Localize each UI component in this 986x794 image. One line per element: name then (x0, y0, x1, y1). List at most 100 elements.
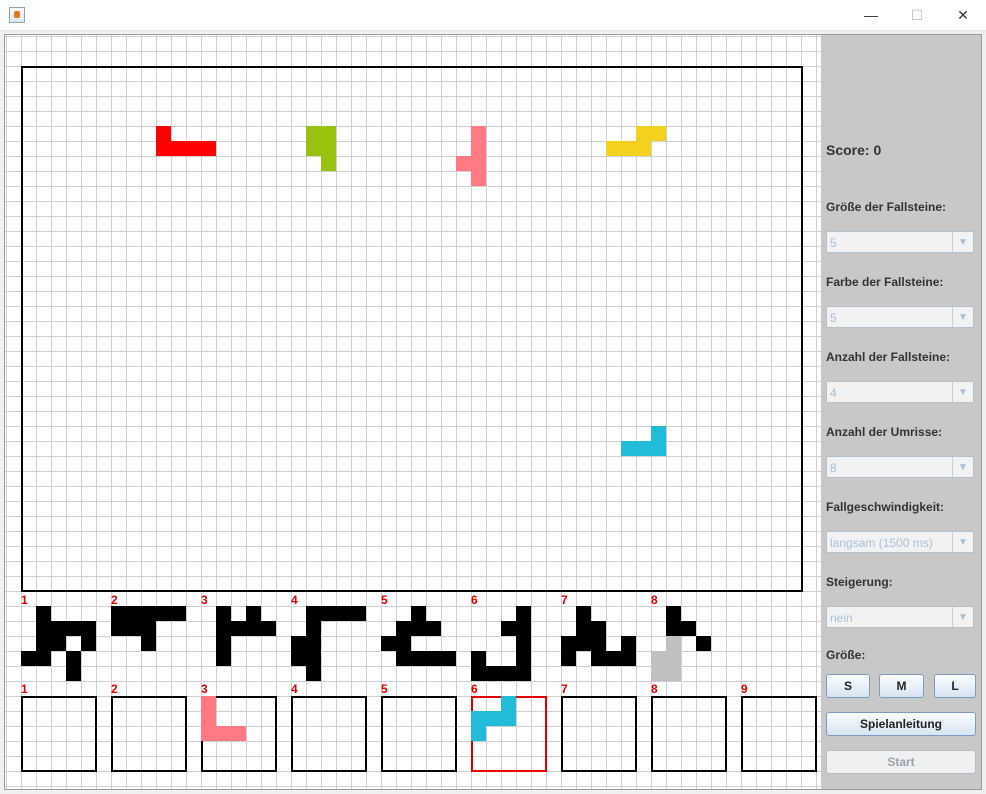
outline-6-block (486, 666, 501, 681)
speed-label: Fallgeschwindigkeit: (826, 500, 945, 514)
outline-6-block (516, 651, 531, 666)
increase-select[interactable]: nein ▼ (826, 606, 974, 628)
game-board (21, 66, 803, 592)
fallsteine-count-label: Anzahl der Fallsteine: (826, 350, 951, 364)
outline-number: 7 (561, 593, 568, 607)
slot-number: 2 (111, 682, 118, 696)
outline-5-block (396, 621, 411, 636)
outline-5-block (426, 621, 441, 636)
select-value: nein (830, 611, 853, 625)
outline-number: 5 (381, 593, 388, 607)
target-slot-1[interactable] (21, 696, 97, 772)
outline-7-block (606, 651, 621, 666)
outline-7-block (621, 636, 636, 651)
select-value: 8 (830, 461, 837, 475)
outline-8-block (666, 621, 681, 636)
falling-cyan-block (636, 441, 651, 456)
falling-cyan-block (651, 441, 666, 456)
target-slot-7[interactable] (561, 696, 637, 772)
target-slot-8[interactable] (651, 696, 727, 772)
size-l-button[interactable]: L (934, 674, 976, 698)
falling-red-block (186, 141, 201, 156)
falling-pink-block (471, 126, 486, 141)
falling-red-block (156, 141, 171, 156)
settings-panel: Score: 0 Größe der Fallsteine: 5 ▼ Farbe… (821, 35, 981, 789)
falling-cyan-block (621, 441, 636, 456)
chevron-down-icon[interactable]: ▼ (952, 382, 973, 402)
falling-cyan-block (651, 426, 666, 441)
chevron-down-icon[interactable]: ▼ (952, 457, 973, 477)
select-value: 5 (830, 311, 837, 325)
falling-green-block (306, 141, 321, 156)
outline-4-block (336, 606, 351, 621)
outline-8-filled-block (651, 651, 666, 666)
falling-green-block (321, 126, 336, 141)
outline-7-block (591, 621, 606, 636)
falling-yellow-block (651, 126, 666, 141)
target-slot-4[interactable] (291, 696, 367, 772)
outline-3-block (216, 651, 231, 666)
slot-number: 1 (21, 682, 28, 696)
fallsteine-color-select[interactable]: 5 ▼ (826, 306, 974, 328)
outline-6-block (471, 666, 486, 681)
outline-5-block (411, 651, 426, 666)
size-s-button[interactable]: S (826, 674, 870, 698)
falling-green-block (321, 141, 336, 156)
falling-green-block (321, 156, 336, 171)
outline-4-block (306, 636, 321, 651)
outline-3-block (261, 621, 276, 636)
fallsteine-count-select[interactable]: 4 ▼ (826, 381, 974, 403)
outline-2-block (171, 606, 186, 621)
outline-7-block (591, 651, 606, 666)
falling-red-block (171, 141, 186, 156)
outline-1-block (36, 651, 51, 666)
outline-1-block (36, 636, 51, 651)
maximize-button[interactable]: ☐ (894, 0, 940, 30)
outline-1-block (21, 651, 36, 666)
outline-8-filled-block (666, 636, 681, 651)
chevron-down-icon[interactable]: ▼ (952, 232, 973, 252)
outline-2-block (141, 636, 156, 651)
target-slot-5[interactable] (381, 696, 457, 772)
select-value: 4 (830, 386, 837, 400)
falling-yellow-block (636, 141, 651, 156)
start-button[interactable]: Start (826, 750, 976, 774)
outline-7-block (576, 621, 591, 636)
speed-select[interactable]: langsam (1500 ms) ▼ (826, 531, 974, 553)
outline-8-filled-block (651, 666, 666, 681)
slot-number: 6 (471, 682, 478, 696)
outline-5-block (411, 606, 426, 621)
fallsteine-size-select[interactable]: 5 ▼ (826, 231, 974, 253)
fallsteine-size-label: Größe der Fallsteine: (826, 200, 947, 214)
outline-count-label: Anzahl der Umrisse: (826, 425, 943, 439)
outline-1-block (51, 636, 66, 651)
outline-4-block (321, 606, 336, 621)
outline-1-block (66, 651, 81, 666)
chevron-down-icon[interactable]: ▼ (952, 532, 973, 552)
outline-5-block (441, 651, 456, 666)
falling-yellow-block (606, 141, 621, 156)
chevron-down-icon[interactable]: ▼ (952, 607, 973, 627)
outline-5-block (381, 636, 396, 651)
minimize-button[interactable]: — (848, 0, 894, 30)
slot-3-piece-block (201, 711, 216, 726)
manual-button[interactable]: Spielanleitung (826, 712, 976, 736)
outline-1-block (66, 666, 81, 681)
outline-6-block (516, 621, 531, 636)
close-button[interactable]: ✕ (940, 0, 986, 30)
falling-pink-block (471, 141, 486, 156)
size-m-button[interactable]: M (879, 674, 924, 698)
outline-count-select[interactable]: 8 ▼ (826, 456, 974, 478)
outline-5-block (426, 651, 441, 666)
target-slot-2[interactable] (111, 696, 187, 772)
slot-number: 3 (201, 682, 208, 696)
outline-8-block (696, 636, 711, 651)
outline-number: 8 (651, 593, 658, 607)
select-value: langsam (1500 ms) (830, 536, 933, 550)
target-slot-9[interactable] (741, 696, 817, 772)
outline-number: 3 (201, 593, 208, 607)
outline-8-block (681, 621, 696, 636)
falling-yellow-block (636, 126, 651, 141)
chevron-down-icon[interactable]: ▼ (952, 307, 973, 327)
increase-label: Steigerung: (826, 575, 893, 589)
